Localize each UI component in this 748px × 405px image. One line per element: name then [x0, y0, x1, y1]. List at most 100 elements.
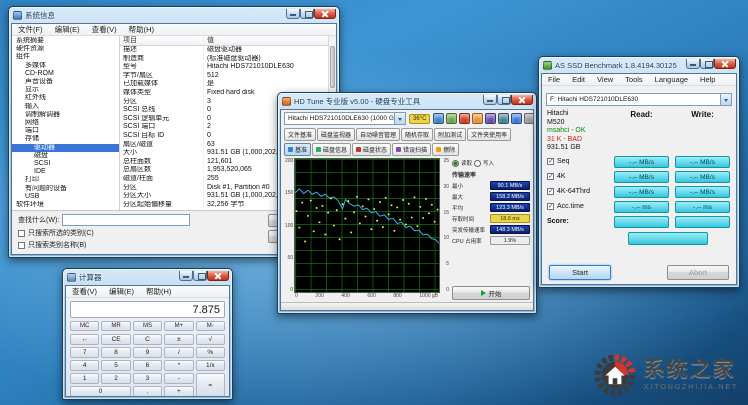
hdtune-tab-item[interactable]: 磁盘状态: [352, 143, 391, 156]
calc-key-item[interactable]: +: [164, 386, 193, 397]
tree-item[interactable]: 有问题的设备: [12, 185, 119, 193]
calc-key-3[interactable]: 3: [133, 373, 162, 384]
calc-key-mc[interactable]: MC: [70, 321, 99, 331]
calc-key-7[interactable]: 7: [70, 347, 99, 358]
4k-64thrd-checkbox[interactable]: [547, 188, 554, 195]
menu-f[interactable]: 文件(F): [12, 24, 49, 35]
calc-key-1[interactable]: 1: [70, 373, 99, 384]
calc-key-2[interactable]: 2: [101, 373, 130, 384]
maximize-icon[interactable]: [700, 59, 714, 69]
help-icon[interactable]: [524, 113, 534, 124]
table-row[interactable]: 型号Hitachi HDS721010DLE630: [120, 63, 328, 72]
calc-key-9[interactable]: 9: [133, 347, 162, 358]
calc-key-item[interactable]: %: [196, 347, 225, 358]
close-icon[interactable]: [511, 95, 533, 105]
table-row[interactable]: 描述磁盘驱动器: [120, 46, 328, 55]
tree-item[interactable]: 磁盘: [12, 152, 119, 160]
table-row[interactable]: 已加载媒体是: [120, 80, 328, 89]
calc-key-item[interactable]: =: [196, 373, 225, 397]
hdtune-tab-item[interactable]: 擦除: [432, 143, 459, 156]
tree-item[interactable]: USB: [12, 193, 119, 201]
calculator-titlebar[interactable]: 计算器: [65, 271, 230, 285]
hdtune-tab-item[interactable]: 自动噪音管理: [356, 128, 400, 141]
hdtune-tab-item[interactable]: 磁盘信息: [312, 143, 351, 156]
tree-item[interactable]: 红外线: [12, 94, 119, 102]
calc-key-8[interactable]: 8: [101, 347, 130, 358]
asssd-drive-select[interactable]: F: Hitachi HDS721010DLE630: [546, 93, 732, 106]
seq-checkbox[interactable]: [547, 158, 554, 165]
close-icon[interactable]: [207, 271, 229, 281]
maximize-icon[interactable]: [497, 95, 511, 105]
tree-item[interactable]: 显示: [12, 86, 119, 94]
write-radio[interactable]: [474, 160, 481, 167]
printer-icon[interactable]: [472, 113, 483, 124]
maximize-icon[interactable]: [193, 271, 207, 281]
tree-item[interactable]: 网络: [12, 119, 119, 127]
menu-tools[interactable]: Tools: [619, 75, 649, 84]
calc-key-item[interactable]: ±: [164, 334, 193, 345]
menu-e[interactable]: 编辑(E): [49, 24, 86, 35]
menu-h[interactable]: 帮助(H): [140, 286, 177, 297]
calc-key-item[interactable]: ←: [70, 334, 99, 345]
options-icon[interactable]: [498, 113, 509, 124]
tree-item[interactable]: 系统摘要: [12, 37, 119, 45]
text-file-icon[interactable]: [485, 113, 496, 124]
calc-key-item[interactable]: *: [164, 360, 193, 371]
maximize-icon[interactable]: [300, 9, 314, 19]
acc-time-checkbox[interactable]: [547, 203, 554, 210]
tree-item[interactable]: 多媒体: [12, 62, 119, 70]
hdtune-tab-item[interactable]: 文件基准: [284, 128, 316, 141]
calc-key-c[interactable]: C: [133, 334, 162, 345]
hdtune-tab-item[interactable]: 基准: [284, 143, 311, 156]
menu-e[interactable]: 编辑(E): [103, 286, 140, 297]
calc-key-item[interactable]: /: [164, 347, 193, 358]
calc-key-6[interactable]: 6: [133, 360, 162, 371]
menu-help[interactable]: Help: [694, 75, 721, 84]
calc-key-ce[interactable]: CE: [101, 334, 130, 345]
calc-key-4[interactable]: 4: [70, 360, 99, 371]
calc-key-m[interactable]: M-: [196, 321, 225, 331]
menu-file[interactable]: File: [542, 75, 566, 84]
calc-key-5[interactable]: 5: [101, 360, 130, 371]
tree-item[interactable]: IDE: [12, 168, 119, 176]
hdtune-titlebar[interactable]: HD Tune 专业版 v5.00 - 硬盘专业工具: [280, 95, 534, 109]
info-icon[interactable]: [511, 113, 522, 124]
hdtune-tab-item[interactable]: 磁盘监视器: [317, 128, 355, 141]
menu-v[interactable]: 查看(V): [66, 286, 103, 297]
calc-key-m[interactable]: M+: [164, 321, 193, 331]
menu-h[interactable]: 帮助(H): [123, 24, 160, 35]
tree-item[interactable]: 端口: [12, 127, 119, 135]
tree-item[interactable]: CD-ROM: [12, 70, 119, 78]
tree-item[interactable]: 组件: [12, 53, 119, 61]
hdtune-tab-item[interactable]: 文件夹使用率: [467, 128, 511, 141]
asssd-titlebar[interactable]: AS SSD Benchmark 1.8.4194.30125: [541, 59, 737, 73]
table-row[interactable]: 字节/扇区512: [120, 72, 328, 81]
sysinfo-titlebar[interactable]: 系统信息: [11, 9, 337, 23]
calc-key-item[interactable]: -: [164, 373, 193, 384]
hdtune-tab-item[interactable]: 附加测试: [434, 128, 466, 141]
menu-v[interactable]: 查看(V): [86, 24, 123, 35]
minimize-icon[interactable]: [483, 95, 497, 105]
read-radio[interactable]: [452, 160, 459, 167]
copy-icon[interactable]: [446, 113, 457, 124]
4k-checkbox[interactable]: [547, 173, 554, 180]
calc-key-mr[interactable]: MR: [101, 321, 130, 331]
minimize-icon[interactable]: [286, 9, 300, 19]
screenshot-icon[interactable]: [459, 113, 470, 124]
close-icon[interactable]: [714, 59, 736, 69]
drive-select[interactable]: Hitachi HDS721010DLE630 (1000 GB): [284, 112, 406, 125]
minimize-icon[interactable]: [179, 271, 193, 281]
hdtune-tab-item[interactable]: 错误扫描: [392, 143, 431, 156]
start-benchmark-button[interactable]: 开始: [452, 286, 530, 300]
calc-key-item[interactable]: √: [196, 334, 225, 345]
save-icon[interactable]: [433, 113, 444, 124]
scrollbar-thumb[interactable]: [330, 46, 335, 88]
start-button[interactable]: Start: [549, 265, 611, 280]
tree-item[interactable]: 打印: [12, 176, 119, 184]
calc-key-1-x[interactable]: 1/x: [196, 360, 225, 371]
calc-key-ms[interactable]: MS: [133, 321, 162, 331]
menu-language[interactable]: Language: [649, 75, 694, 84]
search-category-names-checkbox[interactable]: [18, 242, 25, 249]
calc-key-item[interactable]: .: [133, 386, 162, 397]
tree-item[interactable]: 输入: [12, 103, 119, 111]
